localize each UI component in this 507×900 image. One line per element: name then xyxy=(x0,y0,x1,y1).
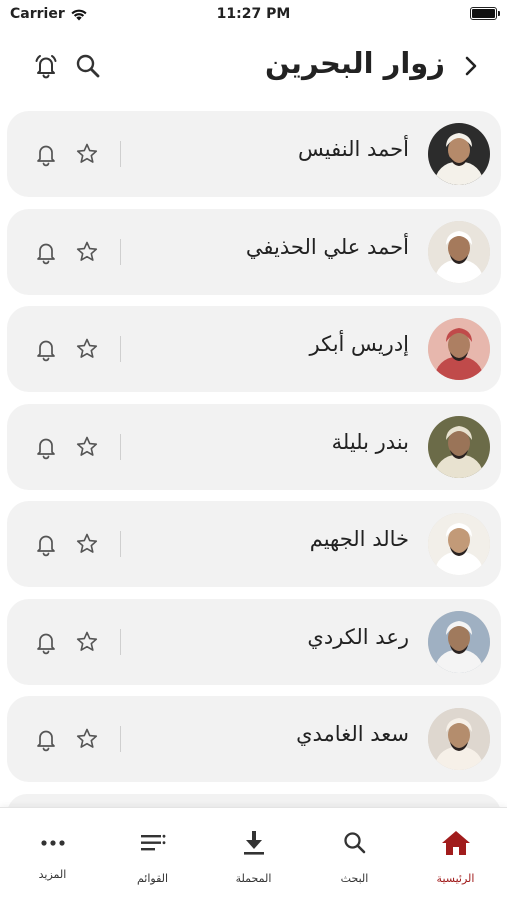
reciter-name: إدريس أبكر xyxy=(309,332,409,356)
page-title: زوار البحرين xyxy=(264,46,445,80)
bell-icon xyxy=(37,730,55,752)
reciter-avatar xyxy=(428,708,490,770)
star-icon xyxy=(76,436,98,456)
favorite-button[interactable] xyxy=(75,142,99,166)
reciter-name: أحمد علي الحذيفي xyxy=(245,234,409,259)
notify-button[interactable] xyxy=(34,141,58,167)
notify-button[interactable] xyxy=(34,336,58,362)
tab-more[interactable]: المزيد xyxy=(2,808,103,900)
reciter-card[interactable]: إدريس أبكر xyxy=(7,306,501,392)
reciter-card[interactable]: سعد الغامدي xyxy=(7,696,501,782)
favorite-button[interactable] xyxy=(75,532,99,556)
tab-label-downloads: المحملة xyxy=(235,872,272,885)
star-icon xyxy=(76,241,98,261)
divider xyxy=(120,628,121,655)
tab-search[interactable]: البحث xyxy=(304,808,405,900)
chevron-right-icon xyxy=(465,56,477,76)
search-button[interactable] xyxy=(74,52,102,80)
reciter-avatar xyxy=(428,123,490,185)
reciter-avatar xyxy=(428,415,490,478)
notifications-button[interactable] xyxy=(32,52,60,80)
search-icon xyxy=(340,830,370,856)
divider xyxy=(120,141,121,167)
tab-home[interactable]: الرئيسية xyxy=(405,808,506,900)
favorite-button[interactable] xyxy=(75,337,99,361)
divider xyxy=(120,336,121,362)
star-icon xyxy=(76,338,98,358)
favorite-button[interactable] xyxy=(75,630,99,654)
star-icon xyxy=(76,533,98,553)
notify-button[interactable] xyxy=(34,531,58,557)
reciter-card[interactable]: رعد الكردي xyxy=(7,598,501,685)
battery-icon xyxy=(470,7,500,20)
reciter-card[interactable]: بندر بليلة xyxy=(7,403,501,490)
header: زوار البحرين xyxy=(0,40,507,96)
notify-button[interactable] xyxy=(34,629,58,655)
reciters-list: أحمد النفيس أحمد علي الحذيفي إدريس أبكر … xyxy=(7,111,501,814)
reciter-avatar xyxy=(428,513,490,575)
favorite-button[interactable] xyxy=(75,240,99,264)
notify-button[interactable] xyxy=(34,434,58,460)
reciter-card[interactable]: أحمد النفيس xyxy=(7,111,501,197)
reciter-avatar xyxy=(428,318,490,380)
reciter-card[interactable]: خالد الجهيم xyxy=(7,501,501,587)
divider xyxy=(120,238,121,265)
tab-label-search: البحث xyxy=(340,872,369,885)
bell-icon xyxy=(37,340,55,362)
reciter-name: رعد الكردي xyxy=(307,624,409,649)
divider xyxy=(120,531,121,557)
download-icon xyxy=(239,830,269,856)
tab-downloads[interactable]: المحملة xyxy=(203,808,304,900)
status-time: 11:27 PM xyxy=(216,6,291,22)
tab-playlists[interactable]: القوائم xyxy=(102,808,203,900)
tab-bar: المزيد القوائم المحملة البحث الرئيسية xyxy=(0,807,507,900)
back-button[interactable] xyxy=(457,52,485,80)
tab-label-more: المزيد xyxy=(38,868,67,881)
playlist-icon xyxy=(138,830,168,856)
reciter-name: بندر بليلة xyxy=(331,429,409,454)
reciter-avatar xyxy=(428,610,490,673)
bell-icon xyxy=(37,633,55,654)
star-icon xyxy=(76,631,98,651)
bell-icon xyxy=(37,243,55,264)
status-bar: Carrier 11:27 PM xyxy=(0,0,507,30)
more-icon xyxy=(38,830,68,856)
reciter-card[interactable]: أحمد علي الحذيفي xyxy=(7,208,501,295)
bell-ringing-icon xyxy=(35,55,57,79)
reciter-name: سعد الغامدي xyxy=(296,722,409,746)
bell-icon xyxy=(37,535,55,557)
tab-label-playlists: القوائم xyxy=(136,872,169,885)
star-icon xyxy=(76,143,98,163)
notify-button[interactable] xyxy=(34,726,58,752)
reciter-name: خالد الجهيم xyxy=(309,527,409,551)
tab-label-home: الرئيسية xyxy=(436,872,475,885)
favorite-button[interactable] xyxy=(75,727,99,751)
favorite-button[interactable] xyxy=(75,435,99,459)
star-icon xyxy=(76,728,98,748)
bell-icon xyxy=(37,438,55,459)
reciter-avatar xyxy=(428,220,490,283)
home-icon xyxy=(441,830,471,856)
bell-icon xyxy=(37,145,55,167)
reciter-name: أحمد النفيس xyxy=(298,137,409,161)
divider xyxy=(120,433,121,460)
divider xyxy=(120,726,121,752)
notify-button[interactable] xyxy=(34,239,58,265)
search-icon xyxy=(76,54,100,78)
